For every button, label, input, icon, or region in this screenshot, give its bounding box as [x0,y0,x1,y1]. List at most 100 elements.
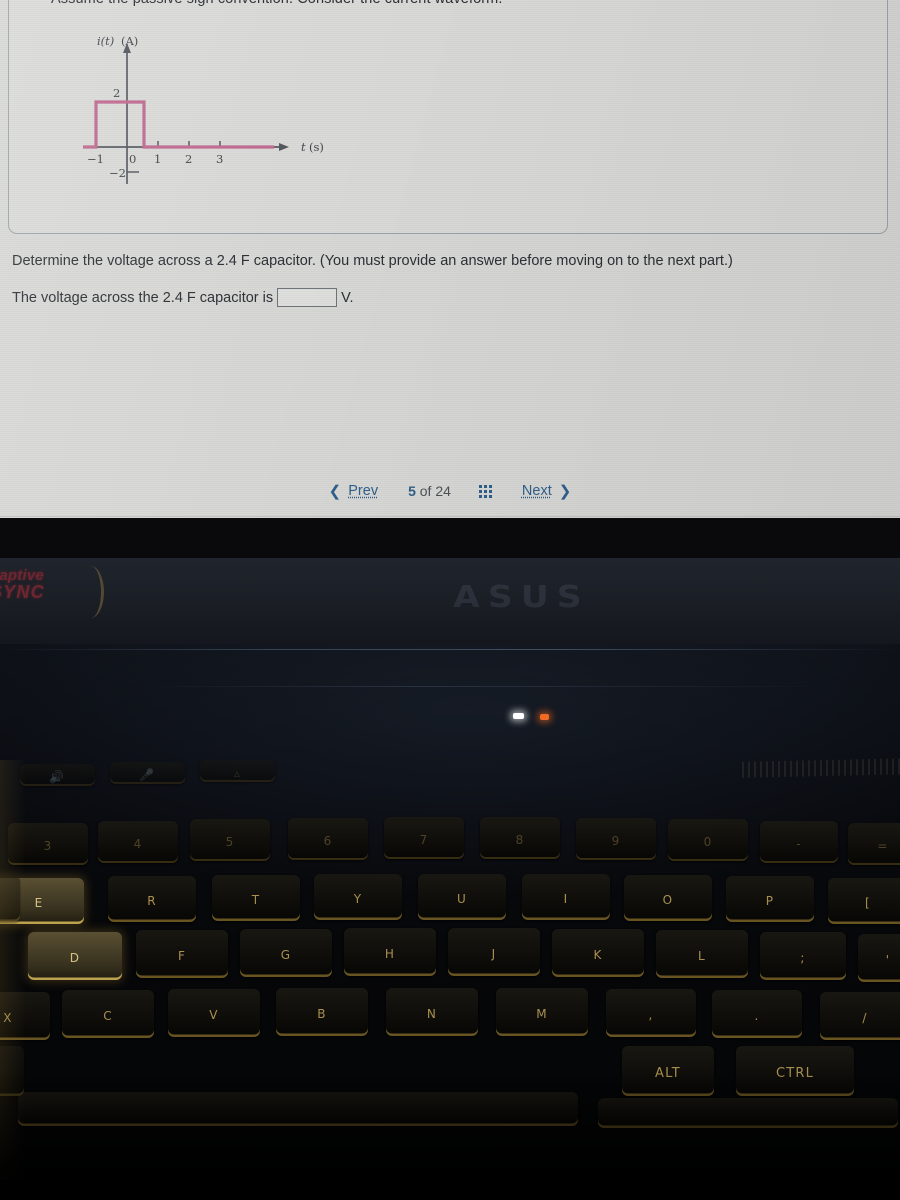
key-d[interactable]: D [28,932,122,980]
hinge-highlight [0,649,900,650]
key-label: ▵ [233,766,242,780]
key-label: 9 [611,834,621,848]
key-num-5[interactable]: 5 [190,819,270,861]
key-label: R [147,894,157,908]
key-label: ; [800,951,806,965]
key-label: 🎤 [139,768,156,782]
asus-brand-logo: ASUS [453,580,590,615]
key-label: ALT [655,1065,681,1081]
key-label: O [662,893,674,907]
key-label: - [796,837,802,851]
key-label: . [754,1009,760,1023]
key-left-edge-lower[interactable] [0,1046,24,1096]
key-j[interactable]: J [448,928,540,976]
laptop-photo: Assume the passive sign convention. Cons… [0,0,900,1200]
key-g[interactable]: G [240,929,332,977]
key-num-4[interactable]: 4 [98,821,178,863]
key-label: E [34,896,44,910]
key-h[interactable]: H [344,928,436,976]
key-label: J [491,947,497,961]
sticker-line-2: SYNC [0,582,45,603]
key-f[interactable]: F [136,930,228,978]
key-label: H [384,947,396,961]
key-label: X [3,1011,13,1025]
key-arrow-block[interactable] [598,1098,898,1128]
key-f-mic[interactable]: 🎤 [110,762,185,784]
key-label: 🔊 [49,770,66,784]
key-label: L [698,949,706,963]
key-b[interactable]: B [276,988,368,1036]
key-num-6[interactable]: 6 [288,818,368,860]
key-period[interactable]: . [712,990,802,1038]
key-i[interactable]: I [522,874,610,920]
key-u[interactable]: U [418,874,506,920]
key-label: V [209,1008,219,1022]
power-led [513,713,524,719]
key-f-display[interactable]: ▵ [200,760,275,782]
adaptive-sync-sticker: daptive SYNC [0,568,45,602]
key-label: M [536,1007,548,1021]
key-label: I [563,892,569,906]
key-r[interactable]: R [108,876,196,922]
key-k[interactable]: K [552,929,644,977]
key-num-9[interactable]: 9 [576,818,656,860]
key-label: T [251,893,261,907]
key-label: N [426,1007,438,1021]
key-comma[interactable]: , [606,989,696,1037]
key-label: 6 [323,834,333,848]
speaker-grill [741,758,900,778]
key-label: K [593,948,603,962]
key-label: 3 [43,839,53,853]
key-num-3[interactable]: 3 [8,823,88,865]
charge-led [540,714,549,720]
key-spacebar[interactable] [18,1092,578,1126]
key-label: C [103,1009,113,1023]
key-quote[interactable]: ' [858,934,900,982]
key-label: ' [885,953,891,967]
key-label: F [177,949,187,963]
key-label: D [69,951,81,965]
key-label: 5 [225,835,235,849]
key-num-8[interactable]: 8 [480,817,560,859]
key-left-edge-upper[interactable] [0,876,20,922]
key-slash[interactable]: / [820,992,900,1040]
key-v[interactable]: V [168,989,260,1037]
key-num-0[interactable]: 0 [668,819,748,861]
key-ctrl[interactable]: CTRL [736,1046,854,1096]
key-semicolon[interactable]: ; [760,932,846,980]
keyboard: 🔊 🎤 ▵ 3 4 5 6 7 8 9 0 - = E R T Y U I O … [0,0,900,1128]
key-label: 8 [515,833,525,847]
key-label: P [765,894,775,908]
key-label: / [862,1011,868,1025]
key-label: CTRL [775,1065,815,1081]
key-t[interactable]: T [212,875,300,921]
key-label: 4 [133,837,143,851]
key-label: [ [865,896,871,910]
key-label: 7 [419,833,429,847]
key-x[interactable]: X [0,992,50,1040]
key-label: B [317,1007,327,1021]
hinge-highlight-secondary [140,686,840,687]
key-label: Y [353,892,363,906]
key-num-7[interactable]: 7 [384,817,464,859]
key-minus[interactable]: - [760,821,838,863]
key-label: G [280,948,292,962]
key-m[interactable]: M [496,988,588,1036]
key-n[interactable]: N [386,988,478,1036]
key-label: , [648,1008,654,1022]
key-label: = [877,839,889,853]
key-equals[interactable]: = [848,823,900,865]
sticker-line-1: daptive [0,567,44,584]
key-alt[interactable]: ALT [622,1046,714,1096]
laptop-bezel: daptive SYNC ASUS [0,558,900,644]
key-bracket-left[interactable]: [ [828,878,900,924]
sticker-swoosh-decoration [82,566,104,618]
key-y[interactable]: Y [314,874,402,920]
key-p[interactable]: P [726,876,814,922]
key-c[interactable]: C [62,990,154,1038]
key-l[interactable]: L [656,930,748,978]
key-f-volume[interactable]: 🔊 [20,764,95,786]
key-o[interactable]: O [624,875,712,921]
key-label: 0 [703,835,713,849]
key-label: U [457,892,467,906]
